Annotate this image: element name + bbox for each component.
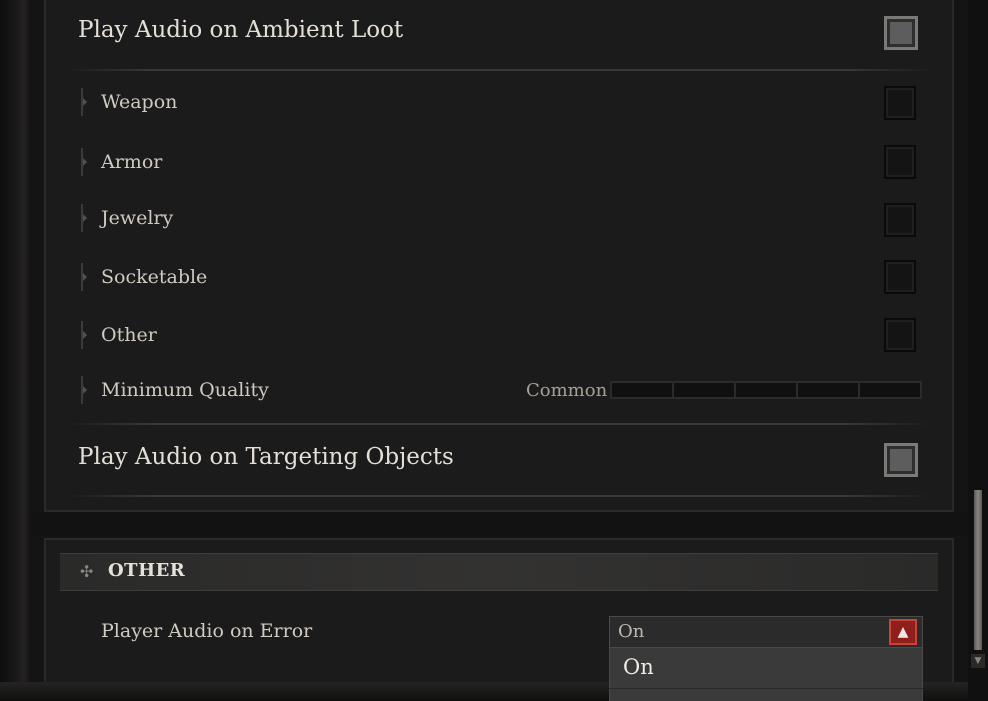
other-checkbox[interactable] (884, 318, 916, 352)
other-label: Other (101, 324, 157, 346)
tree-branch-icon (79, 204, 87, 232)
divider (66, 423, 932, 425)
divider (66, 495, 932, 497)
player-audio-error-dropdown[interactable] (609, 616, 923, 648)
player-audio-error-label: Player Audio on Error (101, 620, 313, 642)
ambient-loot-label: Play Audio on Ambient Loot (78, 17, 404, 43)
jewelry-checkbox[interactable] (884, 203, 916, 237)
weapon-label: Weapon (101, 91, 178, 113)
socketable-checkbox[interactable] (884, 260, 916, 294)
dropdown-options-list (609, 648, 923, 701)
quality-segment[interactable] (612, 383, 674, 397)
chevron-up-icon[interactable]: ▲ (889, 619, 917, 645)
tree-branch-icon (79, 148, 87, 176)
minimum-quality-slider[interactable] (610, 381, 922, 399)
armor-checkbox[interactable] (884, 145, 916, 179)
scrollbar-thumb[interactable] (974, 490, 982, 650)
ambient-loot-checkbox[interactable] (884, 16, 918, 50)
targeting-objects-checkbox[interactable] (884, 443, 918, 477)
minimum-quality-value: Common (526, 380, 608, 401)
armor-label: Armor (101, 151, 163, 173)
divider (609, 688, 923, 689)
panel-gap (30, 512, 970, 536)
jewelry-label: Jewelry (101, 207, 174, 229)
other-section-header[interactable] (60, 553, 938, 591)
audio-settings-panel (44, 0, 954, 512)
dropdown-selected-value: On (618, 621, 645, 642)
other-section-title: OTHER (108, 560, 186, 581)
tree-branch-icon (79, 88, 87, 116)
socketable-label: Socketable (101, 266, 208, 288)
quality-segment[interactable] (860, 383, 920, 397)
tree-branch-icon (79, 263, 87, 291)
scroll-down-icon[interactable]: ▼ (971, 654, 985, 668)
quality-segment[interactable] (736, 383, 798, 397)
quality-segment[interactable] (674, 383, 736, 397)
tree-branch-icon (79, 321, 87, 349)
diamond-cross-icon: ✣ (80, 562, 94, 581)
targeting-objects-label: Play Audio on Targeting Objects (78, 444, 454, 470)
quality-segment[interactable] (798, 383, 860, 397)
left-frame-border (0, 0, 30, 701)
tree-branch-icon (79, 376, 87, 404)
divider (66, 69, 932, 71)
dropdown-option-on[interactable]: On (623, 655, 654, 679)
minimum-quality-label: Minimum Quality (101, 379, 269, 401)
weapon-checkbox[interactable] (884, 86, 916, 120)
